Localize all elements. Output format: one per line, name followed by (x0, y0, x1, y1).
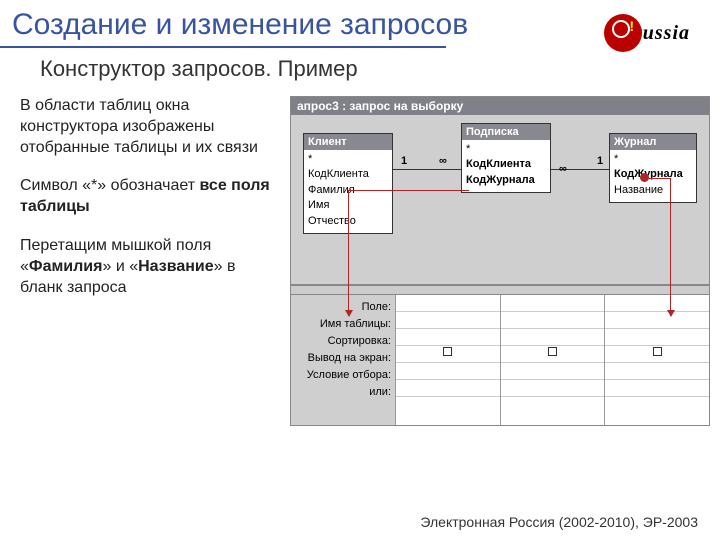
logo: russia (592, 12, 702, 54)
label-show: Вывод на экран: (291, 350, 391, 367)
drag-arrow-nazvanie (670, 178, 671, 316)
field[interactable]: КодКлиента (466, 157, 546, 172)
label-field: Поле: (291, 299, 391, 316)
grid-col[interactable] (395, 295, 500, 425)
relation-many: ∞ (559, 163, 567, 175)
field[interactable]: КодКлиента (308, 167, 388, 182)
field[interactable]: * (614, 152, 692, 167)
table-subscription-header: Подписка (462, 124, 550, 140)
para-3-c: » и « (102, 258, 138, 275)
label-table: Имя таблицы: (291, 316, 391, 333)
table-journal-header: Журнал (610, 134, 696, 150)
field[interactable]: КодЖурнала (614, 167, 692, 182)
grid-col[interactable] (604, 295, 709, 425)
footer-text: Электронная Россия (2002-2010), ЭР-2003 (420, 514, 698, 530)
slide-subtitle: Конструктор запросов. Пример (0, 48, 720, 96)
logo-text: russia (634, 22, 690, 45)
label-sort: Сортировка: (291, 333, 391, 350)
logo-icon (604, 14, 642, 52)
field[interactable]: * (308, 152, 388, 167)
grid-col[interactable] (500, 295, 605, 425)
query-designer-window: апрос3 : запрос на выборку Клиент * КодК… (290, 96, 710, 426)
checkbox[interactable] (653, 347, 662, 356)
field[interactable]: КодЖурнала (466, 173, 546, 188)
table-client-header: Клиент (304, 134, 392, 150)
qbe-grid: Поле: Имя таблицы: Сортировка: Вывод на … (291, 295, 709, 425)
para-2-a: Символ «*» обозначает (20, 177, 199, 194)
content-row: В области таблиц окна конструктора изобр… (0, 96, 720, 426)
relation-one: 1 (597, 155, 603, 167)
screenshot-panel: апрос3 : запрос на выборку Клиент * КодК… (290, 96, 710, 426)
label-or: или: (291, 384, 391, 401)
checkbox[interactable] (548, 347, 557, 356)
pane-divider[interactable] (291, 285, 709, 295)
label-criteria: Условие отбора: (291, 367, 391, 384)
relation-one: 1 (401, 155, 407, 167)
para-3: Перетащим мышкой поля «Фамилия» и «Назва… (20, 236, 278, 298)
relation-many: ∞ (439, 155, 447, 167)
grid-row-labels: Поле: Имя таблицы: Сортировка: Вывод на … (291, 295, 395, 425)
para-3-d: Название (138, 258, 214, 275)
table-journal[interactable]: Журнал * КодЖурнала Название (609, 133, 697, 203)
field[interactable]: Название (614, 183, 692, 198)
para-1: В области таблиц окна конструктора изобр… (20, 96, 278, 158)
explanatory-text: В области таблиц окна конструктора изобр… (20, 96, 278, 426)
table-journal-fields: * КодЖурнала Название (610, 150, 696, 202)
para-3-b: Фамилия (29, 258, 103, 275)
para-2: Символ «*» обозначает все поля таблицы (20, 176, 278, 218)
field[interactable]: * (466, 142, 546, 157)
drag-arrow-familia (348, 190, 349, 316)
table-subscription[interactable]: Подписка * КодКлиента КодЖурнала (461, 123, 551, 193)
checkbox[interactable] (443, 347, 452, 356)
relation-line (393, 169, 461, 170)
table-subscription-fields: * КодКлиента КодЖурнала (462, 140, 550, 192)
tables-pane: Клиент * КодКлиента Фамилия Имя Отчество… (291, 115, 709, 285)
window-titlebar: апрос3 : запрос на выборку (291, 97, 709, 115)
grid-columns (395, 295, 709, 425)
